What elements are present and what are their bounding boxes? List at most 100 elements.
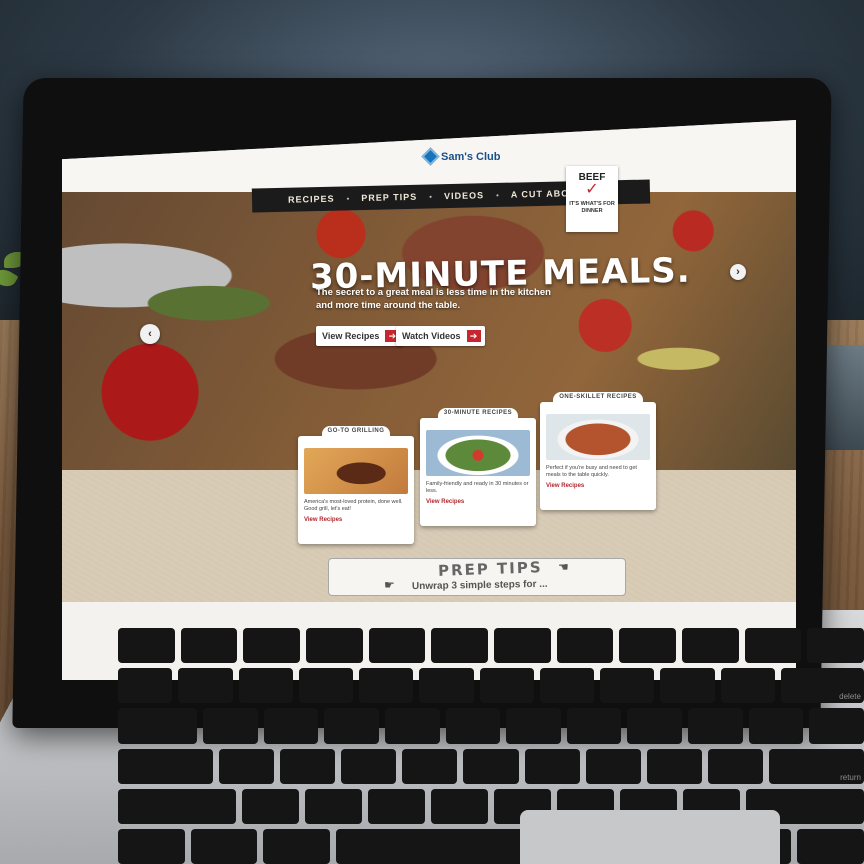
key[interactable] bbox=[748, 708, 804, 744]
key[interactable] bbox=[479, 668, 534, 704]
key[interactable] bbox=[688, 708, 743, 744]
nav-separator: • bbox=[346, 193, 350, 203]
carousel-next-button[interactable]: › bbox=[730, 264, 746, 280]
key-row: return bbox=[118, 748, 864, 784]
key[interactable] bbox=[118, 708, 197, 744]
recipe-card-grilling[interactable]: GO-TO GRILLING America's most-loved prot… bbox=[298, 426, 414, 544]
card-title-text: 30-MINUTE RECIPES bbox=[437, 408, 519, 418]
key[interactable] bbox=[202, 708, 258, 744]
brand-logo[interactable]: Sam's Club bbox=[421, 147, 501, 166]
key[interactable] bbox=[263, 828, 331, 864]
card-view-recipes-link[interactable]: View Recipes bbox=[304, 517, 408, 523]
arrow-right-icon: ➔ bbox=[466, 330, 481, 342]
card-title: ONE-SKILLET RECIPES bbox=[540, 392, 656, 402]
delete-key[interactable]: delete bbox=[780, 668, 864, 704]
watch-videos-label: Watch Videos bbox=[402, 331, 461, 341]
card-description: America's most-loved protein, done well.… bbox=[304, 499, 403, 512]
key[interactable] bbox=[368, 788, 426, 824]
key[interactable] bbox=[340, 748, 397, 784]
key[interactable] bbox=[419, 668, 474, 704]
stir-fry-image bbox=[426, 430, 530, 476]
key[interactable] bbox=[682, 628, 739, 664]
key[interactable] bbox=[807, 628, 864, 664]
key[interactable] bbox=[359, 668, 414, 704]
carousel-prev-button[interactable]: ‹ bbox=[140, 324, 160, 344]
key[interactable] bbox=[218, 748, 274, 784]
recipe-card-one-skillet[interactable]: ONE-SKILLET RECIPES Perfect if you're bu… bbox=[540, 392, 656, 510]
steak-image bbox=[304, 448, 408, 494]
key[interactable] bbox=[744, 628, 802, 664]
key[interactable] bbox=[279, 748, 335, 784]
key[interactable] bbox=[797, 828, 864, 864]
brand-name: Sam's Club bbox=[441, 150, 501, 163]
nav-videos[interactable]: VIDEOS bbox=[444, 190, 484, 201]
return-key[interactable]: return bbox=[769, 748, 864, 784]
key[interactable] bbox=[494, 628, 551, 664]
key[interactable] bbox=[118, 668, 173, 704]
view-recipes-button[interactable]: View Recipes ➔ bbox=[316, 326, 404, 346]
nav-recipes[interactable]: RECIPES bbox=[288, 194, 335, 205]
pasta-image bbox=[546, 414, 650, 460]
key[interactable] bbox=[238, 668, 293, 704]
nav-separator: • bbox=[429, 191, 433, 201]
nav-prep-tips[interactable]: PREP TIPS bbox=[361, 192, 417, 203]
hero-subtitle: The secret to a great meal is less time … bbox=[316, 287, 551, 311]
key[interactable] bbox=[324, 708, 379, 744]
key[interactable] bbox=[368, 628, 426, 664]
key[interactable] bbox=[431, 628, 489, 664]
card-view-recipes-link[interactable]: View Recipes bbox=[546, 483, 650, 489]
key[interactable] bbox=[809, 708, 864, 744]
key[interactable] bbox=[431, 788, 488, 824]
recipe-card-30-minute[interactable]: 30-MINUTE RECIPES Family-friendly and re… bbox=[420, 408, 536, 526]
key[interactable] bbox=[463, 748, 519, 784]
key[interactable] bbox=[298, 668, 353, 704]
key-row bbox=[118, 708, 864, 744]
key[interactable] bbox=[118, 828, 185, 864]
key[interactable] bbox=[600, 668, 655, 704]
beef-badge[interactable]: BEEF ✓ IT'S WHAT'S FOR DINNER bbox=[566, 166, 618, 232]
watch-videos-button[interactable]: Watch Videos ➔ bbox=[396, 326, 485, 346]
key[interactable] bbox=[305, 788, 363, 824]
card-title: GO-TO GRILLING bbox=[298, 426, 414, 436]
card-description: Perfect if you're busy and need to get m… bbox=[546, 465, 637, 478]
key[interactable] bbox=[242, 788, 300, 824]
key[interactable] bbox=[619, 628, 677, 664]
card-description: Family-friendly and ready in 30 minutes … bbox=[426, 481, 529, 494]
browser-screen: Sam's Club RECIPES • PREP TIPS • VIDEOS … bbox=[62, 120, 796, 680]
key[interactable] bbox=[118, 628, 175, 664]
key-row bbox=[118, 628, 864, 664]
card-title-text: ONE-SKILLET RECIPES bbox=[553, 392, 643, 402]
key[interactable] bbox=[180, 628, 238, 664]
view-recipes-label: View Recipes bbox=[322, 331, 380, 341]
key[interactable] bbox=[524, 748, 580, 784]
key[interactable] bbox=[243, 628, 301, 664]
key[interactable] bbox=[118, 788, 237, 824]
key-row: delete bbox=[118, 668, 864, 704]
card-title: 30-MINUTE RECIPES bbox=[420, 408, 536, 418]
key[interactable] bbox=[660, 668, 715, 704]
key[interactable] bbox=[720, 668, 775, 704]
beef-tagline: IT'S WHAT'S FOR DINNER bbox=[569, 201, 615, 214]
diamond-icon bbox=[421, 147, 440, 166]
card-view-recipes-link[interactable]: View Recipes bbox=[426, 499, 530, 505]
key[interactable] bbox=[627, 708, 683, 744]
key[interactable] bbox=[190, 828, 258, 864]
key[interactable] bbox=[585, 748, 641, 784]
key[interactable] bbox=[263, 708, 319, 744]
key[interactable] bbox=[118, 748, 213, 784]
trackpad[interactable] bbox=[520, 810, 780, 864]
key[interactable] bbox=[556, 628, 614, 664]
key[interactable] bbox=[708, 748, 764, 784]
key[interactable] bbox=[178, 668, 233, 704]
key[interactable] bbox=[402, 748, 458, 784]
key[interactable] bbox=[539, 668, 594, 704]
key[interactable] bbox=[566, 708, 622, 744]
key[interactable] bbox=[445, 708, 501, 744]
key[interactable] bbox=[506, 708, 561, 744]
key[interactable] bbox=[306, 628, 363, 664]
key[interactable] bbox=[647, 748, 703, 784]
prep-tips-title: PREP TIPS bbox=[437, 558, 543, 580]
key[interactable] bbox=[384, 708, 440, 744]
pointing-hand-icon: ☚ bbox=[558, 560, 569, 574]
pointing-hand-icon: ☛ bbox=[384, 578, 395, 592]
